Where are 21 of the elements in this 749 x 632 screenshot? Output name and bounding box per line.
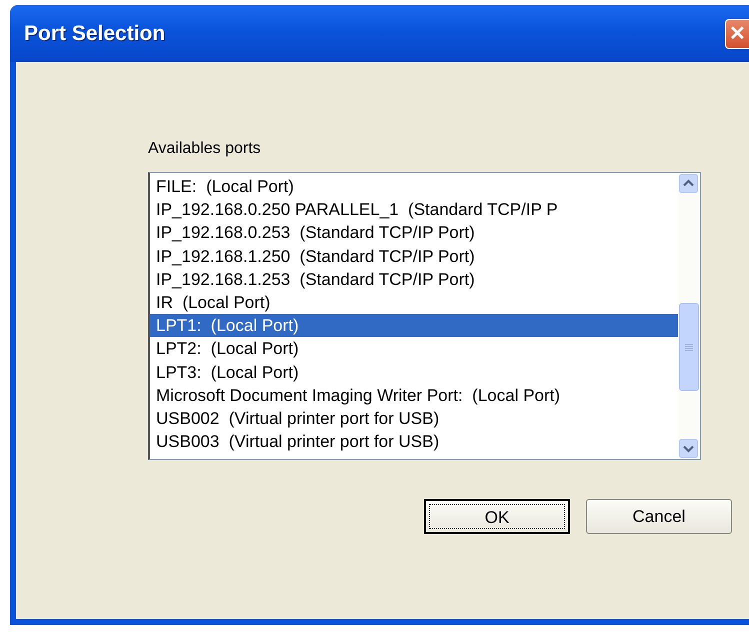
port-item[interactable]: IP_192.168.0.250 PARALLEL_1 (Standard TCP/IP P xyxy=(150,198,678,222)
port-item[interactable]: USB003 (Virtual printer port for USB) xyxy=(150,430,678,454)
ok-button[interactable]: OK xyxy=(424,499,570,534)
scroll-up-icon[interactable] xyxy=(679,174,698,193)
scrollbar[interactable] xyxy=(678,173,700,459)
ports-list[interactable] xyxy=(148,172,701,460)
port-item[interactable]: FILE: (Local Port) xyxy=(150,175,678,198)
port-item[interactable]: Microsoft Document Imaging Writer Port: (Local Port) xyxy=(150,384,678,407)
port-item[interactable]: LPT1: (Local Port) xyxy=(150,314,678,338)
port-item[interactable]: IP_192.168.0.253 (Standard TCP/IP Port) xyxy=(150,221,678,245)
scroll-thumb[interactable] xyxy=(679,303,699,391)
window-title: Port Selection xyxy=(24,22,166,46)
port-item[interactable]: LPT3: (Local Port) xyxy=(150,360,678,384)
scroll-down-icon[interactable] xyxy=(679,439,698,458)
ports-label: Availables ports xyxy=(148,140,262,158)
port-item[interactable]: IP_192.168.1.250 (Standard TCP/IP Port) xyxy=(150,244,678,268)
port-item[interactable]: IR (Local Port) xyxy=(150,290,678,314)
port-item[interactable]: LPT2: (Local Port) xyxy=(150,337,678,360)
port-item[interactable]: USB002 (Virtual printer port for USB) xyxy=(150,406,678,430)
cancel-button[interactable]: Cancel xyxy=(586,499,732,534)
port-item[interactable]: IP_192.168.1.253 (Standard TCP/IP Port) xyxy=(150,268,678,291)
